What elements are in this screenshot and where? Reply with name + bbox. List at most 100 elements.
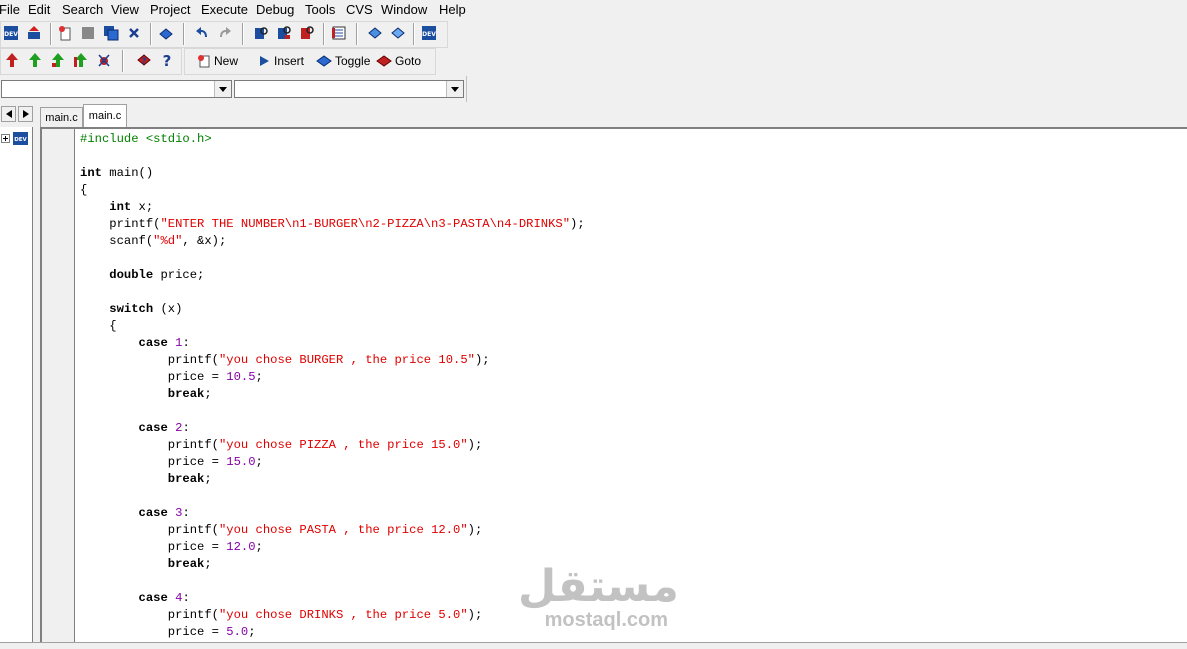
code-line[interactable]: printf("you chose BURGER , the price 10.…	[80, 352, 585, 369]
code-text[interactable]: #include <stdio.h> int main(){ int x; pr…	[80, 131, 585, 641]
code-line[interactable]: double price;	[80, 267, 585, 284]
menu-view[interactable]: View	[111, 2, 139, 17]
about-dev-icon[interactable]: DEV	[421, 25, 437, 41]
open-project-icon[interactable]	[26, 25, 42, 41]
code-token: price =	[80, 370, 227, 384]
code-token: ;	[204, 472, 212, 486]
menu-help[interactable]: Help	[439, 2, 466, 17]
class-combo-dropdown-icon[interactable]	[214, 81, 231, 97]
code-line[interactable]: break;	[80, 556, 585, 573]
code-line[interactable]: printf("you chose PIZZA , the price 15.0…	[80, 437, 585, 454]
code-line[interactable]	[80, 148, 585, 165]
save-all-icon[interactable]	[103, 25, 119, 41]
code-line[interactable]	[80, 250, 585, 267]
code-line[interactable]	[80, 488, 585, 505]
insert-button[interactable]: Insert	[257, 52, 304, 70]
code-line[interactable]	[80, 284, 585, 301]
mostaql-watermark: مستقل mostaql.com	[518, 565, 679, 635]
help-question-icon[interactable]: ?	[159, 52, 175, 68]
add-watch-icon[interactable]	[390, 25, 406, 41]
code-line[interactable]: case 3:	[80, 505, 585, 522]
svg-text:DEV: DEV	[422, 31, 436, 38]
code-line[interactable]: printf("ENTER THE NUMBER\n1-BURGER\n2-PI…	[80, 216, 584, 233]
code-line[interactable]: case 4:	[80, 590, 585, 607]
undo-icon[interactable]	[194, 25, 210, 41]
menu-bar: File Edit Search View Project Execute De…	[0, 0, 1187, 20]
tab-main-c-2[interactable]: main.c	[83, 104, 127, 127]
code-line[interactable]: price = 12.0;	[80, 539, 585, 556]
code-line[interactable]	[80, 573, 585, 590]
menu-execute[interactable]: Execute	[201, 2, 248, 17]
print-icon[interactable]	[158, 25, 174, 41]
member-combo[interactable]	[234, 80, 464, 98]
dev-project-icon[interactable]: DEV	[3, 25, 19, 41]
redo-icon[interactable]	[217, 25, 233, 41]
tab-scroll-left-button[interactable]	[1, 106, 16, 122]
toggle-button[interactable]: Toggle	[316, 52, 370, 70]
menu-file[interactable]: File	[0, 2, 20, 17]
code-token: 15.0	[226, 455, 256, 469]
code-line[interactable]: break;	[80, 471, 585, 488]
project-node-icon[interactable]: DEV	[13, 132, 29, 149]
menu-edit[interactable]: Edit	[28, 2, 50, 17]
find-icon[interactable]	[253, 25, 269, 41]
code-token: "you chose DRINKS , the price 5.0"	[218, 608, 468, 622]
code-line[interactable]: price = 5.0;	[80, 624, 585, 641]
menu-window[interactable]: Window	[381, 2, 427, 17]
close-icon[interactable]	[126, 25, 142, 41]
code-line[interactable]	[80, 403, 585, 420]
code-token: :	[182, 506, 190, 520]
code-line[interactable]: case 1:	[80, 335, 585, 352]
code-line[interactable]: price = 10.5;	[80, 369, 585, 386]
code-line[interactable]: scanf("%d", &x);	[80, 233, 585, 250]
goto-line-icon[interactable]	[331, 25, 347, 41]
menu-cvs[interactable]: CVS	[346, 2, 373, 17]
rebuild-icon[interactable]	[73, 52, 89, 68]
code-line[interactable]: int x;	[80, 199, 585, 216]
code-line[interactable]: break;	[80, 386, 585, 403]
code-line[interactable]: #include <stdio.h>	[80, 131, 585, 148]
svg-text:?: ?	[163, 52, 172, 68]
expand-toggle[interactable]	[1, 134, 10, 143]
code-token: 5.0	[226, 625, 249, 639]
find-next-icon[interactable]	[299, 25, 315, 41]
class-combo[interactable]	[1, 80, 232, 98]
code-line[interactable]: switch (x)	[80, 301, 585, 318]
debug-icon[interactable]	[96, 52, 112, 68]
code-line[interactable]: printf("you chose PASTA , the price 12.0…	[80, 522, 585, 539]
new-file-icon[interactable]	[57, 25, 73, 41]
menu-debug[interactable]: Debug	[256, 2, 294, 17]
help-book-icon[interactable]: ?	[136, 52, 152, 68]
code-token: int	[109, 200, 132, 214]
code-line[interactable]: price = 15.0;	[80, 454, 585, 471]
new-icon	[198, 55, 210, 68]
code-token: 12.0	[226, 540, 256, 554]
menu-tools[interactable]: Tools	[305, 2, 335, 17]
tab-scroll-right-button[interactable]	[18, 106, 33, 122]
menu-project[interactable]: Project	[150, 2, 190, 17]
code-token: "ENTER THE NUMBER\n1-BURGER\n2-PIZZA\n3-…	[160, 217, 571, 231]
member-combo-dropdown-icon[interactable]	[446, 81, 463, 97]
goto-button[interactable]: Goto	[376, 52, 421, 70]
code-line[interactable]: case 2:	[80, 420, 585, 437]
replace-icon[interactable]	[276, 25, 292, 41]
code-token: );	[467, 523, 483, 537]
goto-button-label: Goto	[395, 54, 422, 68]
code-line[interactable]: int main()	[80, 165, 585, 182]
compile-run-icon[interactable]	[50, 52, 66, 68]
code-line[interactable]: printf("you chose DRINKS , the price 5.0…	[80, 607, 585, 624]
tab-main-c-1[interactable]: main.c	[40, 107, 83, 127]
code-line[interactable]: {	[80, 182, 585, 199]
code-token: case	[138, 336, 168, 350]
new-bookmark-button[interactable]: New	[197, 52, 238, 70]
menu-search[interactable]: Search	[62, 2, 103, 17]
save-icon[interactable]	[80, 25, 96, 41]
run-arrow-icon[interactable]	[27, 52, 43, 68]
class-browser-icon[interactable]	[367, 25, 383, 41]
code-line[interactable]: {	[80, 318, 585, 335]
compile-arrow-icon[interactable]	[4, 52, 20, 68]
